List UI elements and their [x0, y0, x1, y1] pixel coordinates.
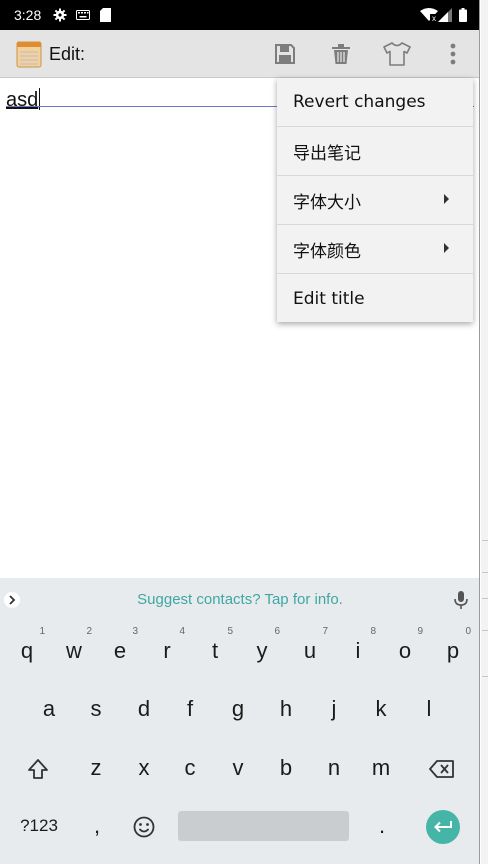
wifi-icon: x	[420, 8, 438, 22]
key-label: e	[113, 638, 127, 663]
menu-item-label: 字体大小	[293, 192, 361, 213]
emoji-key[interactable]	[123, 803, 165, 849]
key-label: r	[163, 638, 171, 663]
suggest-contacts-text[interactable]: Suggest contacts? Tap for info.	[0, 591, 479, 608]
key-c[interactable]: c	[169, 745, 211, 791]
key-label: o	[398, 638, 412, 663]
key-d[interactable]: d	[123, 686, 165, 732]
shift-key[interactable]	[17, 745, 59, 791]
key-q[interactable]: q1	[6, 626, 48, 674]
notepad-icon	[16, 40, 42, 68]
key-e[interactable]: e3	[99, 626, 141, 674]
key-g[interactable]: g	[217, 686, 259, 732]
key-w[interactable]: w2	[53, 626, 95, 674]
overflow-menu: Revert changes 导出笔记 字体大小 字体颜色 Edit title	[277, 78, 473, 322]
key-z[interactable]: z	[75, 745, 117, 791]
key-i[interactable]: i8	[337, 626, 379, 674]
key-hint: 7	[322, 626, 328, 637]
app-toolbar: Edit:	[0, 30, 479, 78]
key-hint: 4	[179, 626, 185, 637]
key-s[interactable]: s	[75, 686, 117, 732]
key-y[interactable]: y6	[241, 626, 283, 674]
key-x[interactable]: x	[123, 745, 165, 791]
emoji-icon	[133, 816, 155, 838]
shirt-icon	[383, 42, 411, 66]
phone-screen: 3:28 x Edit: asd Revert changes 导出笔记 字体大…	[0, 0, 480, 864]
more-options-button[interactable]	[437, 38, 469, 70]
key-hint: 8	[370, 626, 376, 637]
key-hint: 5	[227, 626, 233, 637]
menu-item-label: Edit title	[293, 288, 365, 309]
key-v[interactable]: v	[217, 745, 259, 791]
more-vert-icon	[450, 43, 456, 65]
key-u[interactable]: u7	[289, 626, 331, 674]
menu-item-label: 导出笔记	[293, 143, 361, 164]
save-button[interactable]	[269, 38, 301, 70]
menu-item-revert-changes[interactable]: Revert changes	[277, 78, 473, 127]
shift-icon	[28, 759, 48, 780]
microphone-icon[interactable]	[453, 590, 469, 610]
submenu-arrow-icon	[444, 243, 449, 253]
key-l[interactable]: l	[408, 686, 450, 732]
theme-button[interactable]	[381, 38, 413, 70]
menu-item-label: Revert changes	[293, 92, 426, 112]
key-j[interactable]: j	[313, 686, 355, 732]
sim-card-icon	[98, 8, 112, 22]
key-hint: 1	[39, 626, 45, 637]
key-n[interactable]: n	[313, 745, 355, 791]
key-hint: 3	[132, 626, 138, 637]
symbols-key[interactable]: ?123	[14, 803, 64, 849]
soft-keyboard: Suggest contacts? Tap for info. q1 w2 e3…	[0, 578, 479, 864]
period-key[interactable]: .	[361, 803, 403, 849]
key-b[interactable]: b	[265, 745, 307, 791]
key-o[interactable]: o9	[384, 626, 426, 674]
enter-icon	[434, 821, 452, 833]
menu-item-font-size[interactable]: 字体大小	[277, 176, 473, 225]
delete-button[interactable]	[325, 38, 357, 70]
backspace-icon	[429, 760, 454, 779]
key-h[interactable]: h	[265, 686, 307, 732]
key-label: t	[211, 638, 219, 663]
delete-icon	[332, 44, 350, 64]
suggestion-strip: Suggest contacts? Tap for info.	[0, 578, 479, 622]
key-a[interactable]: a	[28, 686, 70, 732]
key-hint: 0	[465, 626, 471, 637]
key-t[interactable]: t5	[194, 626, 236, 674]
key-m[interactable]: m	[360, 745, 402, 791]
key-hint: 2	[86, 626, 92, 637]
key-label: i	[355, 638, 361, 663]
background-strip	[481, 0, 488, 864]
key-hint: 9	[417, 626, 423, 637]
key-k[interactable]: k	[360, 686, 402, 732]
space-bar[interactable]	[178, 811, 349, 841]
note-text-value: asd	[6, 89, 39, 111]
backspace-key[interactable]	[421, 745, 463, 791]
save-icon	[275, 44, 295, 64]
menu-item-edit-title[interactable]: Edit title	[277, 274, 473, 323]
key-label: u	[303, 638, 317, 663]
menu-item-font-color[interactable]: 字体颜色	[277, 225, 473, 274]
svg-text:x: x	[432, 14, 436, 22]
menu-item-label: 字体颜色	[293, 241, 361, 262]
gear-icon	[53, 8, 67, 22]
status-bar: 3:28 x	[0, 0, 479, 30]
key-r[interactable]: r4	[146, 626, 188, 674]
key-label: p	[446, 638, 460, 663]
comma-key[interactable]: ,	[76, 803, 118, 849]
menu-item-export-note[interactable]: 导出笔记	[277, 127, 473, 176]
note-text[interactable]: asd	[6, 88, 41, 112]
key-f[interactable]: f	[169, 686, 211, 732]
battery-icon	[456, 8, 470, 22]
status-time: 3:28	[14, 7, 42, 23]
signal-icon	[438, 8, 452, 22]
key-hint: 6	[274, 626, 280, 637]
toolbar-title: Edit:	[49, 44, 86, 64]
submenu-arrow-icon	[444, 194, 449, 204]
keyboard-icon	[76, 8, 90, 22]
key-p[interactable]: p0	[432, 626, 474, 674]
key-label: w	[66, 638, 82, 663]
enter-key[interactable]	[426, 810, 460, 844]
key-label: q	[20, 638, 34, 663]
key-label: y	[256, 638, 268, 663]
